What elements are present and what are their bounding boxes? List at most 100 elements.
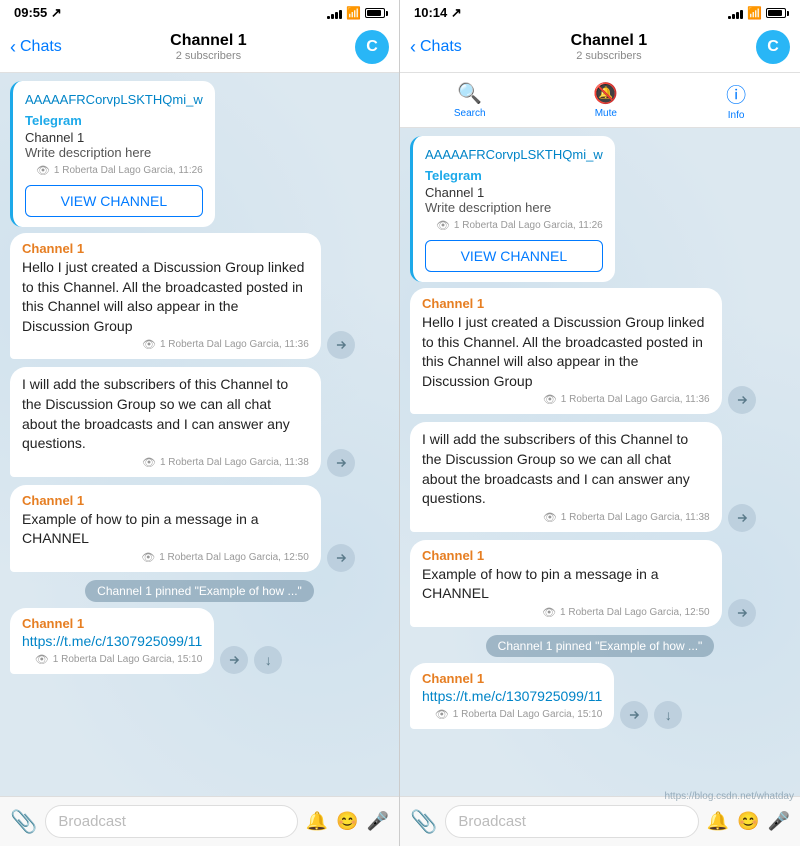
message-row: Channel 1 Hello I just created a Discussi… (410, 288, 790, 414)
card-meta-text: 1 Roberta Dal Lago Garcia, 11:26 (454, 220, 603, 231)
action-info[interactable]: ⓘ Info (726, 79, 746, 121)
mic-icon[interactable]: 🎤 (367, 811, 389, 832)
telegram-sender: Telegram (425, 168, 603, 183)
message-link[interactable]: https://t.me/c/1307925099/11 (422, 688, 602, 704)
message-text: Example of how to pin a message in a CHA… (22, 510, 309, 549)
forward-button[interactable] (220, 646, 248, 674)
nav-title: Channel 1 2 subscribers (62, 32, 355, 62)
meta-text: 1 Roberta Dal Lago Garcia, 15:10 (53, 654, 203, 665)
back-button[interactable]: ‹ Chats (10, 37, 62, 58)
forward-button[interactable] (728, 599, 756, 627)
view-channel-button[interactable]: VIEW CHANNEL (425, 240, 603, 272)
search-label: Search (454, 108, 486, 119)
search-icon: 🔍 (457, 81, 482, 106)
attach-icon[interactable]: 📎 (10, 809, 37, 835)
emoji-icon[interactable]: 😊 (336, 811, 358, 832)
channel-subtitle: 2 subscribers (62, 50, 355, 62)
chevron-left-icon: ‹ (10, 37, 16, 58)
battery-icon (365, 8, 385, 18)
card-meta: 👁 1 Roberta Dal Lago Garcia, 11:26 (25, 164, 203, 177)
channel-link[interactable]: AAAAAFRCorvpLSKTHQmi_w (25, 92, 203, 107)
card-meta: 👁 1 Roberta Dal Lago Garcia, 11:26 (425, 219, 603, 232)
chat-area: AAAAAFRCorvpLSKTHQmi_w Telegram Channel … (400, 128, 800, 796)
nav-header: ‹ Chats Channel 1 2 subscribers C (400, 24, 800, 73)
card-channel-name: Channel 1 (25, 130, 203, 145)
message-bubble: I will add the subscribers of this Chann… (10, 367, 321, 476)
message-meta: 👁 1 Roberta Dal Lago Garcia, 12:50 (422, 606, 710, 619)
avatar[interactable]: C (355, 30, 389, 64)
pinned-notice: Channel 1 pinned "Example of how ..." (85, 580, 314, 602)
action-mute[interactable]: 🔕 Mute (593, 81, 618, 119)
eye-icon: 👁 (542, 606, 556, 619)
forward-button[interactable] (327, 544, 355, 572)
message-meta: 👁 1 Roberta Dal Lago Garcia, 15:10 (22, 653, 202, 666)
notify-icon[interactable]: 🔔 (707, 811, 729, 832)
message-row: Channel 1Example of how to pin a message… (410, 540, 790, 627)
pinned-notice: Channel 1 pinned "Example of how ..." (486, 635, 715, 657)
back-button[interactable]: ‹ Chats (410, 37, 462, 58)
avatar[interactable]: C (756, 30, 790, 64)
message-bubble: I will add the subscribers of this Chann… (410, 422, 722, 531)
card-desc: Write description here (25, 145, 203, 160)
message-text: Hello I just created a Discussion Group … (422, 313, 710, 391)
action-search[interactable]: 🔍 Search (454, 81, 486, 119)
forward-button[interactable] (327, 449, 355, 477)
mute-icon: 🔕 (593, 81, 618, 106)
forward-button[interactable] (728, 504, 756, 532)
chevron-left-icon: ‹ (410, 37, 416, 58)
message-text: Hello I just created a Discussion Group … (22, 258, 309, 336)
nav-header: ‹ Chats Channel 1 2 subscribers C (0, 24, 399, 73)
message-link[interactable]: https://t.me/c/1307925099/11 (22, 633, 202, 649)
emoji-icon[interactable]: 😊 (737, 811, 759, 832)
message-bubble: Channel 1Hello I just created a Discussi… (10, 233, 321, 359)
forward-button[interactable] (327, 331, 355, 359)
bottom-bar: 📎 Broadcast 🔔 😊 🎤 (0, 796, 399, 846)
view-channel-button[interactable]: VIEW CHANNEL (25, 185, 203, 217)
meta-text: 1 Roberta Dal Lago Garcia, 11:36 (561, 394, 710, 405)
message-sender: Channel 1 (22, 616, 202, 631)
eye-icon: 👁 (543, 393, 557, 406)
back-label: Chats (20, 38, 62, 56)
card-channel-name: Channel 1 (425, 185, 603, 200)
message-sender: Channel 1 (422, 548, 710, 563)
welcome-card: AAAAAFRCorvpLSKTHQmi_w Telegram Channel … (10, 81, 215, 227)
bottom-icons: 🔔 😊 🎤 (306, 811, 389, 832)
message-row: I will add the subscribers of this Chann… (410, 422, 790, 531)
watermark: https://blog.csdn.net/whatday (664, 791, 794, 802)
message-meta: 👁 1 Roberta Dal Lago Garcia, 12:50 (22, 551, 309, 564)
broadcast-input[interactable]: Broadcast (45, 805, 297, 838)
wifi-icon: 📶 (747, 6, 762, 20)
mic-icon[interactable]: 🎤 (768, 811, 790, 832)
eye-icon: 👁 (435, 708, 449, 721)
bottom-icons: 🔔 😊 🎤 (707, 811, 790, 832)
chat-area: AAAAAFRCorvpLSKTHQmi_w Telegram Channel … (0, 73, 399, 796)
message-meta: 👁 1 Roberta Dal Lago Garcia, 11:36 (422, 393, 710, 406)
meta-text: 1 Roberta Dal Lago Garcia, 11:38 (561, 512, 710, 523)
scroll-down-button[interactable]: ↓ (654, 701, 682, 729)
message-bubble: Channel 1Example of how to pin a message… (410, 540, 722, 627)
notify-icon[interactable]: 🔔 (306, 811, 328, 832)
forward-button[interactable] (728, 386, 756, 414)
forward-button[interactable] (620, 701, 648, 729)
message-row: Channel 1 https://t.me/c/1307925099/11 👁… (410, 663, 790, 729)
eye-icon: 👁 (436, 219, 450, 232)
signal-icon (327, 8, 342, 19)
message-text: I will add the subscribers of this Chann… (422, 430, 710, 508)
eye-icon: 👁 (35, 653, 49, 666)
welcome-card: AAAAAFRCorvpLSKTHQmi_w Telegram Channel … (410, 136, 615, 282)
wifi-icon: 📶 (346, 6, 361, 20)
status-indicators: 📶 (327, 6, 385, 20)
eye-icon: 👁 (142, 338, 156, 351)
channel-link[interactable]: AAAAAFRCorvpLSKTHQmi_w (425, 147, 603, 162)
message-text: I will add the subscribers of this Chann… (22, 375, 309, 453)
message-sender: Channel 1 (422, 296, 710, 311)
scroll-down-button[interactable]: ↓ (254, 646, 282, 674)
message-meta: 👁 1 Roberta Dal Lago Garcia, 11:36 (22, 338, 309, 351)
channel-title: Channel 1 (462, 32, 756, 50)
eye-icon: 👁 (142, 456, 156, 469)
attach-icon[interactable]: 📎 (410, 809, 437, 835)
meta-text: 1 Roberta Dal Lago Garcia, 15:10 (453, 709, 603, 720)
message-bubble-link: Channel 1 https://t.me/c/1307925099/11 👁… (410, 663, 614, 729)
message-meta: 👁 1 Roberta Dal Lago Garcia, 11:38 (422, 511, 710, 524)
broadcast-input[interactable]: Broadcast (445, 805, 698, 838)
